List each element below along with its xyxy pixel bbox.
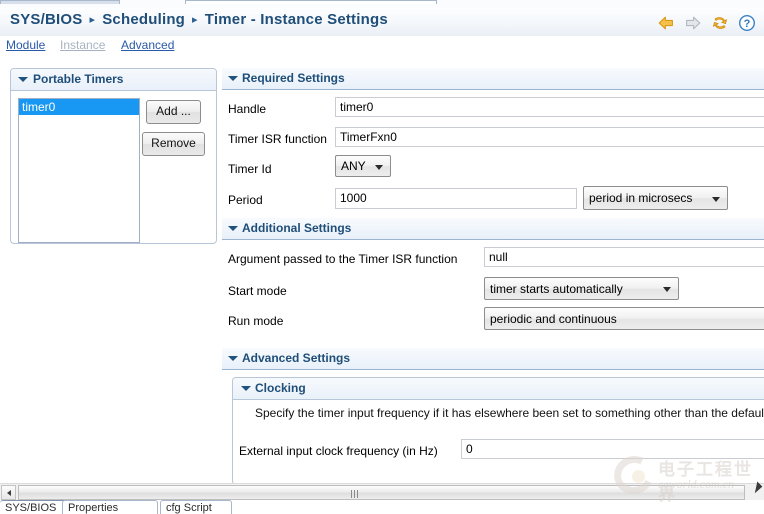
collapse-twisty-icon[interactable] — [18, 77, 28, 82]
clocking-description: Specify the timer input frequency if it … — [255, 406, 764, 420]
refresh-icon[interactable] — [711, 14, 729, 32]
view-tab-properties[interactable]: Properties — [62, 500, 158, 514]
collapse-twisty-icon[interactable] — [228, 356, 238, 361]
subtab-link-instance: Instance — [60, 38, 106, 52]
scroll-left-button[interactable] — [1, 485, 16, 500]
breadcrumb-separator-icon: ▸ — [89, 14, 96, 26]
additional-settings-header[interactable]: Additional Settings — [222, 218, 764, 240]
advanced-settings-section: Advanced Settings Clocking Specify the t… — [222, 348, 764, 483]
required-settings-title: Required Settings — [242, 71, 345, 85]
chevron-down-icon[interactable] — [663, 287, 671, 292]
external-clock-frequency-label: External input clock frequency (in Hz) — [239, 444, 438, 458]
period-label: Period — [228, 193, 263, 207]
horizontal-scrollbar[interactable] — [0, 483, 764, 501]
breadcrumb-header: SYS/BIOS ▸ Scheduling ▸ Timer - Instance Set… — [0, 8, 764, 37]
forward-arrow-icon — [686, 16, 701, 30]
handle-label: Handle — [228, 102, 267, 116]
start-mode-dropdown[interactable]: timer starts automatically — [484, 277, 679, 300]
help-icon[interactable]: ? — [738, 14, 756, 32]
timer-id-dropdown[interactable]: ANY — [335, 155, 391, 177]
required-settings-section: Required Settings Handle timer0 Timer IS… — [222, 68, 764, 210]
isr-argument-input[interactable]: null — [484, 247, 764, 267]
editor-tab-stub-inactive[interactable] — [185, 0, 437, 4]
portable-timers-header[interactable]: Portable Timers — [11, 69, 216, 91]
breadcrumb-item-sysbios[interactable]: SYS/BIOS — [10, 11, 82, 28]
arrow-left-icon — [7, 490, 11, 496]
view-tab-cfg-script[interactable]: cfg Script — [160, 500, 232, 514]
advanced-settings-header[interactable]: Advanced Settings — [222, 348, 764, 370]
scrollbar-grip-icon — [351, 490, 360, 498]
portable-timers-title: Portable Timers — [33, 72, 124, 86]
sub-tab-links: Module Instance Advanced — [0, 36, 764, 58]
settings-canvas: Portable Timers timer0 Add ... Remove Re… — [0, 60, 764, 483]
collapse-twisty-icon[interactable] — [228, 76, 238, 81]
header-icon-group: ? — [657, 13, 756, 33]
list-item-timer0[interactable]: timer0 — [19, 99, 139, 115]
isr-argument-label: Argument passed to the Timer ISR functio… — [228, 252, 458, 266]
additional-settings-section: Additional Settings Argument passed to t… — [222, 218, 764, 348]
external-clock-frequency-input[interactable]: 0 — [461, 439, 764, 459]
collapse-twisty-icon[interactable] — [241, 386, 251, 391]
required-settings-header[interactable]: Required Settings — [222, 68, 764, 90]
handle-input[interactable]: timer0 — [335, 97, 764, 117]
clocking-header[interactable]: Clocking — [233, 378, 764, 400]
breadcrumb-item-timer-instance-settings: Timer - Instance Settings — [204, 11, 388, 28]
remove-timer-button[interactable]: Remove — [142, 132, 205, 156]
subtab-link-module[interactable]: Module — [6, 38, 45, 52]
timer-isr-function-input[interactable]: TimerFxn0 — [335, 127, 764, 147]
clocking-subpanel: Clocking Specify the timer input frequen… — [232, 377, 764, 483]
period-input[interactable]: 1000 — [335, 188, 577, 209]
editor-tab-stub-active[interactable] — [0, 0, 120, 4]
breadcrumb-item-scheduling[interactable]: Scheduling — [102, 11, 185, 28]
timer-isr-function-label: Timer ISR function — [228, 132, 327, 146]
breadcrumb: SYS/BIOS ▸ Scheduling ▸ Timer - Instance Set… — [10, 11, 388, 28]
breadcrumb-separator-icon: ▸ — [192, 14, 198, 26]
svg-text:?: ? — [744, 18, 751, 30]
period-units-dropdown[interactable]: period in microsecs — [583, 186, 728, 210]
clocking-title: Clocking — [255, 381, 306, 395]
subtab-link-advanced[interactable]: Advanced — [121, 38, 174, 52]
timer-list[interactable]: timer0 — [18, 98, 140, 243]
run-mode-dropdown[interactable]: periodic and continuous — [484, 307, 764, 330]
start-mode-label: Start mode — [228, 284, 287, 298]
bottom-view-tabs: SYS/BIOS Properties cfg Script — [0, 500, 764, 514]
additional-settings-title: Additional Settings — [242, 221, 352, 235]
timer-id-label: Timer Id — [228, 162, 272, 176]
chevron-down-icon[interactable] — [375, 165, 383, 170]
scrollbar-thumb[interactable] — [18, 485, 745, 500]
run-mode-label: Run mode — [228, 314, 284, 328]
back-arrow-icon[interactable] — [657, 14, 675, 32]
collapse-twisty-icon[interactable] — [228, 226, 238, 231]
advanced-settings-title: Advanced Settings — [242, 351, 351, 365]
chevron-down-icon[interactable] — [712, 197, 720, 202]
add-timer-button[interactable]: Add ... — [146, 100, 201, 124]
